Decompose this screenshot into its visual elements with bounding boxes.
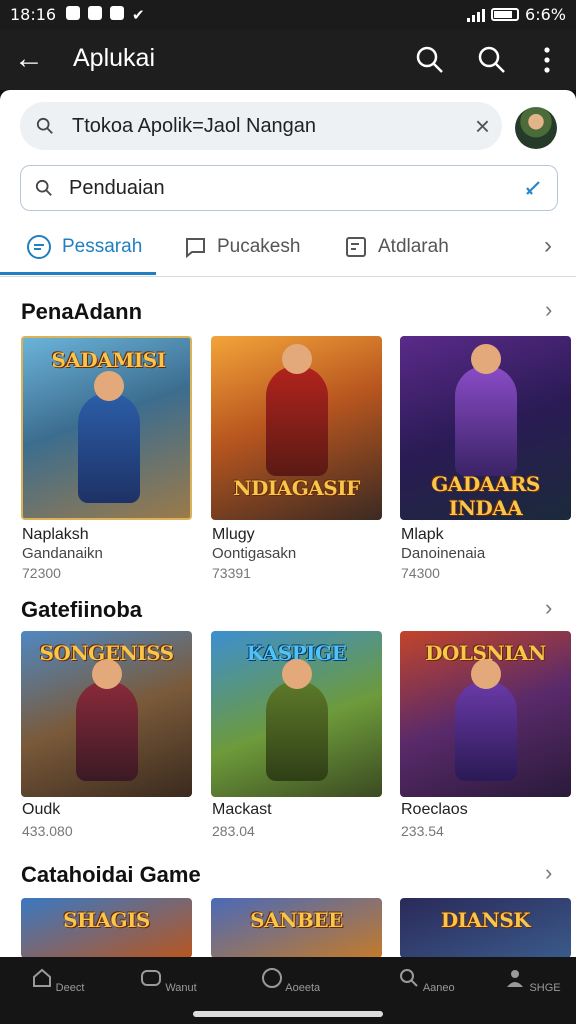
avatar[interactable]	[515, 107, 557, 149]
chat-icon	[27, 235, 51, 259]
more-vert-icon[interactable]	[531, 44, 563, 76]
app-thumbnail: SADAMISI	[21, 336, 192, 520]
app-card[interactable]: GADAARS INDAA Mlapk Danoinenaia 74300	[400, 336, 571, 581]
notification-icon	[88, 6, 102, 20]
app-rating: 72300	[22, 565, 61, 581]
app-name: Oudk	[22, 801, 61, 818]
tab-pessarah[interactable]: Pessarah	[26, 232, 142, 262]
circle-icon	[261, 968, 282, 988]
chevron-right-icon[interactable]: ›	[545, 297, 552, 323]
thumbnail-title: SHAGIS	[63, 908, 150, 932]
chevron-right-icon[interactable]: ›	[544, 232, 552, 260]
app-name: Naplaksh	[22, 526, 89, 543]
message-icon	[186, 238, 205, 259]
thumbnail-title: SANBEE	[250, 908, 343, 932]
app-name: Roeclaos	[401, 801, 468, 818]
home-indicator	[193, 1011, 383, 1017]
app-thumbnail: GADAARS INDAA	[400, 336, 571, 520]
voice-icon[interactable]	[523, 178, 543, 198]
app-card[interactable]: DIANSK	[400, 898, 571, 958]
app-rating: 283.04	[212, 823, 255, 839]
app-rating: 73391	[212, 565, 251, 581]
app-card[interactable]: SADAMISI Naplaksh Gandanaikn 72300	[21, 336, 192, 581]
app-rating: 433.080	[22, 823, 73, 839]
back-arrow-icon[interactable]: ←	[14, 42, 44, 76]
app-thumbnail: DOLSNIAN	[400, 631, 571, 797]
thumbnail-title: GADAARS INDAA	[431, 472, 540, 520]
tab-label: Pessarah	[62, 236, 143, 257]
notification-icon	[110, 6, 124, 20]
thumbnail-title: DIANSK	[440, 908, 531, 932]
app-thumbnail: SONGENISS	[21, 631, 192, 797]
person-icon	[507, 970, 524, 987]
search-icon[interactable]	[414, 44, 446, 76]
home-icon	[32, 968, 51, 987]
status-bar: 18:16 ✔ 6:6%	[0, 0, 576, 30]
search-icon	[400, 969, 419, 987]
app-thumbnail: SHAGIS	[21, 898, 192, 958]
content-sheet: Ttokoa Apolik=Jaol Nangan × Penduaian Pe…	[0, 90, 576, 1024]
search-input-text: Penduaian	[69, 177, 165, 199]
notification-icon	[66, 6, 80, 20]
search-query: Ttokoa Apolik=Jaol Nangan	[72, 115, 317, 137]
chevron-right-icon[interactable]: ›	[545, 595, 552, 621]
app-thumbnail: DIANSK	[400, 898, 571, 958]
page-title: Aplukai	[73, 44, 155, 72]
search-icon	[35, 179, 52, 196]
clear-icon[interactable]: ×	[475, 111, 490, 142]
app-thumbnail: NDIAGASIF	[211, 336, 382, 520]
battery-icon	[491, 8, 520, 21]
tab-indicator	[0, 272, 156, 275]
nav-label: SHGE	[529, 982, 561, 994]
section-title: PenaAdann	[21, 299, 143, 324]
notification-icons: ✔	[66, 6, 145, 24]
app-rating: 74300	[401, 565, 440, 581]
document-icon	[346, 237, 366, 257]
status-time: 18:16	[10, 5, 57, 24]
nav-label: Deect	[55, 982, 85, 994]
app-card[interactable]: SONGENISS Oudk 433.080	[21, 631, 192, 839]
app-name: Mlapk	[401, 526, 444, 543]
nav-item-deect[interactable]: Deect	[0, 957, 115, 1024]
app-bar: ← Aplukai	[0, 30, 576, 90]
nav-item-shge[interactable]: SHGE	[475, 957, 576, 1024]
tab-bar: Pessarah Pucakesh Atdlarah ›	[0, 222, 576, 277]
app-subtitle: Oontigasakn	[212, 545, 297, 562]
nav-label: Aaneo	[422, 982, 455, 994]
thumbnail-title: NDIAGASIF	[233, 476, 360, 500]
nav-label: Aoeeta	[285, 982, 321, 994]
check-icon: ✔	[132, 7, 145, 24]
tab-label: Pucakesh	[217, 236, 301, 257]
app-subtitle: Danoinenaia	[401, 545, 486, 562]
tab-label: Atdlarah	[378, 236, 449, 257]
search-input[interactable]: Penduaian	[20, 165, 558, 211]
tab-atdlarah[interactable]: Atdlarah	[344, 232, 449, 262]
nav-label: Wanut	[165, 982, 197, 994]
app-thumbnail: KASPIGE	[211, 631, 382, 797]
app-rating: 233.54	[401, 823, 444, 839]
app-card[interactable]: DOLSNIAN Roeclaos 233.54	[400, 631, 571, 839]
app-thumbnail: SANBEE	[211, 898, 382, 958]
tab-pucakesh[interactable]: Pucakesh	[183, 232, 300, 262]
search-bar[interactable]: Ttokoa Apolik=Jaol Nangan ×	[20, 102, 502, 150]
thumbnail-title: SADAMISI	[51, 348, 166, 372]
app-card[interactable]: SANBEE	[211, 898, 382, 958]
section-title: Catahoidai Game	[21, 862, 201, 887]
app-card[interactable]: NDIAGASIF Mlugy Oontigasakn 73391	[211, 336, 382, 581]
app-card[interactable]: SHAGIS	[21, 898, 192, 958]
battery-text: 6:6%	[525, 5, 566, 24]
nav-item-aaneo[interactable]: Aaneo	[369, 957, 484, 1024]
app-card[interactable]: KASPIGE Mackast 283.04	[211, 631, 382, 839]
app-name: Mlugy	[212, 526, 255, 543]
chevron-right-icon[interactable]: ›	[545, 860, 552, 886]
games-icon	[141, 970, 162, 986]
app-name: Mackast	[212, 801, 272, 818]
signal-icon	[467, 8, 486, 22]
app-subtitle: Gandanaikn	[22, 545, 103, 562]
search-icon	[36, 117, 53, 134]
section-title: Gatefiinoba	[21, 597, 143, 622]
search-icon[interactable]	[476, 44, 508, 76]
